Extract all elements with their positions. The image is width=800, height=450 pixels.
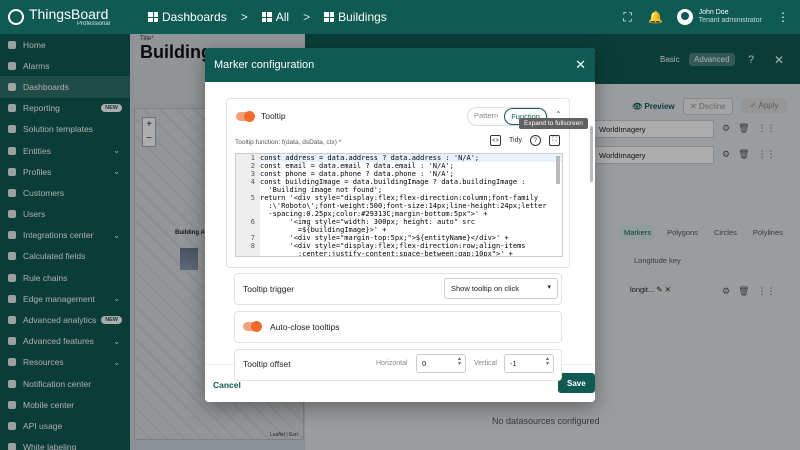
line-number: 6 [250, 218, 255, 226]
fullscreen-tooltip: Expand to fullscreen [519, 118, 588, 129]
code-text: const email = data.email ? data.email : … [260, 162, 454, 170]
code-line: 4 const buildingImage = data.buildingImag… [236, 178, 562, 186]
line-number: 4 [250, 178, 255, 186]
code-text: :center;justify-content:space-between;ga… [260, 250, 513, 257]
user-name: John Doe [698, 9, 729, 17]
dialog-header: Marker configuration ✕ [205, 48, 595, 82]
tooltip-label: Tooltip [261, 111, 286, 121]
code-text: =${buildingImage}>' + [260, 226, 387, 234]
code-line: 3 const phone = data.phone ? data.phone :… [236, 170, 562, 178]
brand-name: ThingsBoard [29, 6, 109, 22]
more-vert-icon[interactable]: ⋮ [776, 10, 790, 24]
code-icon[interactable]: <> [490, 135, 501, 146]
brand-sub: Professional [77, 21, 111, 27]
pattern-option[interactable]: Pattern [468, 108, 504, 125]
code-line: 7 '<div style="margin-top:5px;">${entity… [236, 234, 562, 242]
code-text: :\'Roboto\';font-weight:500;font-size:14… [260, 202, 547, 210]
avatar [676, 9, 693, 25]
line-number: 8 [250, 242, 255, 250]
user-role: Tenant administrator [698, 17, 762, 24]
tidy-button[interactable]: Tidy [509, 137, 522, 144]
thingsboard-logo-icon [8, 9, 24, 25]
dialog-title: Marker configuration [214, 59, 315, 71]
tooltip-offset-label: Tooltip offset [243, 359, 291, 369]
dashboard-icon [261, 12, 272, 22]
fullscreen-icon[interactable]: ⛶ [548, 135, 560, 146]
line-number: 2 [250, 162, 255, 170]
breadcrumb-all[interactable]: All [261, 10, 289, 24]
code-line: -spacing:0.25px;color:#29313C;margin-bot… [236, 210, 562, 218]
save-button[interactable]: Save [558, 373, 595, 393]
user-menu[interactable]: John Doe Tenant administrator [676, 9, 762, 25]
horizontal-label: Horizontal [376, 360, 408, 367]
line-number: 3 [250, 170, 255, 178]
auto-close-toggle[interactable] [243, 321, 262, 332]
editor-scrollbar[interactable] [556, 156, 560, 184]
code-line: 5 return '<div style="display:flex;flex-d… [236, 194, 562, 202]
dashboard-icon [324, 12, 335, 22]
code-text: return '<div style="display:flex;flex-di… [260, 194, 539, 202]
help-icon[interactable]: ? [529, 135, 541, 146]
vertical-label: Vertical [474, 360, 497, 367]
tooltip-trigger-select[interactable]: Show tooltip on click ▾ [444, 278, 558, 299]
tooltip-trigger-label: Tooltip trigger [243, 284, 295, 294]
line-number: 1 [250, 154, 255, 162]
code-editor[interactable]: 1 const address = data.address ? data.add… [235, 153, 563, 257]
stepper-icon[interactable]: ▲ ▼ [545, 357, 550, 367]
top-bar: ThingsBoard Professional Dashboards > Al… [0, 0, 800, 34]
code-line: 2 const email = data.email ? data.email :… [236, 162, 562, 170]
chevron-right-icon: > [240, 10, 248, 24]
code-text: '<div style="margin-top:5px;">${entityNa… [260, 234, 509, 242]
close-icon[interactable]: ✕ [575, 57, 586, 73]
code-line: :\'Roboto\';font-weight:500;font-size:14… [236, 202, 562, 210]
code-toolbar: <> Tidy ? ⛶ [490, 135, 560, 146]
code-text: const address = data.address ? data.addr… [260, 154, 480, 162]
line-number: 5 [250, 194, 255, 202]
auto-close-label: Auto-close tooltips [270, 322, 340, 332]
fullscreen-icon[interactable]: ⛶ [621, 10, 635, 24]
breadcrumb: Dashboards > All > Buildings [148, 10, 387, 24]
code-text: '<img style="width: 300px; height: auto"… [260, 218, 475, 226]
code-line: =${buildingImage}>' + [236, 226, 562, 234]
dashboard-icon [148, 12, 158, 22]
code-text: const phone = data.phone ? data.phone : … [260, 170, 454, 178]
code-line: :center;justify-content:space-between;ga… [236, 250, 562, 257]
dialog-scrollbar[interactable] [590, 126, 593, 182]
code-line: 'Building image not found'; [236, 186, 562, 194]
breadcrumb-dashboards[interactable]: Dashboards [148, 10, 227, 24]
breadcrumb-buildings[interactable]: Buildings [324, 10, 387, 24]
caret-down-icon: ▾ [547, 284, 551, 291]
code-line: 1 const address = data.address ? data.add… [236, 154, 562, 162]
code-text: -spacing:0.25px;color:#29313C;margin-bot… [260, 210, 488, 218]
tooltip-function-label: Tooltip function: f(data, dsData, ctx) * [235, 139, 342, 146]
bell-icon[interactable]: 🔔 [648, 10, 663, 24]
logo[interactable]: ThingsBoard Professional [0, 0, 130, 34]
tooltip-toggle[interactable] [236, 111, 255, 122]
code-text: const buildingImage = data.buildingImage… [260, 178, 526, 186]
chevron-right-icon: > [303, 10, 311, 24]
cancel-button[interactable]: Cancel [213, 380, 241, 390]
line-number: 7 [250, 234, 255, 242]
code-text: 'Building image not found'; [260, 186, 383, 194]
code-line: 8 '<div style="display:flex;flex-directi… [236, 242, 562, 250]
vertical-offset-input[interactable]: -1 ▲ ▼ [504, 354, 554, 373]
code-text: '<div style="display:flex;flex-direction… [260, 242, 526, 250]
horizontal-offset-input[interactable]: 0 ▲ ▼ [416, 354, 466, 373]
stepper-icon[interactable]: ▲ ▼ [457, 357, 462, 367]
code-line: 6 '<img style="width: 300px; height: aut… [236, 218, 562, 226]
